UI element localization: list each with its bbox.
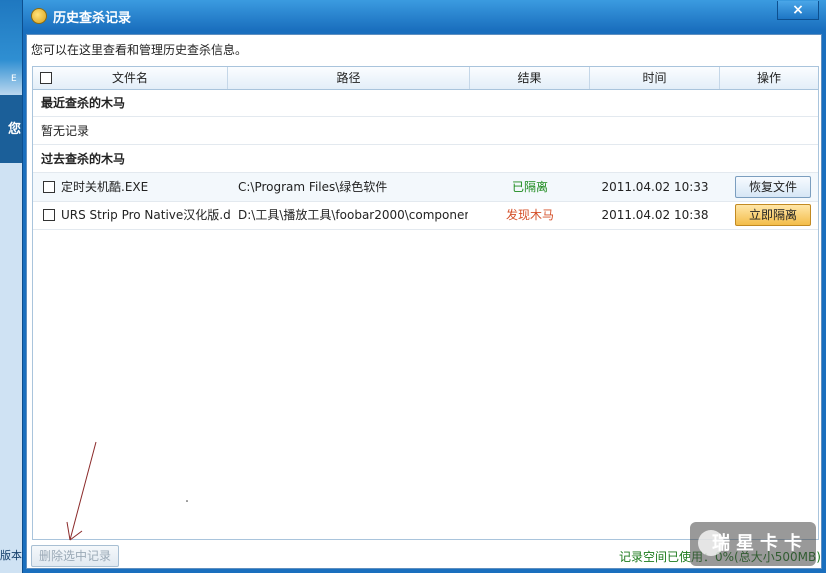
row-time: 2011.04.02 10:38 [601,208,709,222]
background-app-version-label: 版本 [0,549,22,562]
row-filename: URS Strip Pro Native汉化版.dll [61,208,231,222]
column-time[interactable]: 时间 [590,67,720,89]
past-section-heading: 过去查杀的木马 [33,145,818,173]
select-all-checkbox[interactable] [40,72,52,84]
row-result: 已隔离 [511,180,548,194]
table-header: 文件名 路径 结果 时间 操作 [33,67,818,90]
dialog-titlebar[interactable]: 历史查杀记录 × [23,0,826,30]
dialog-title: 历史查杀记录 [53,11,132,26]
isolate-now-button[interactable]: 立即隔离 [735,204,811,226]
watermark-text: 瑞星卡卡 [712,533,808,554]
column-action[interactable]: 操作 [720,67,818,89]
background-app: E 您 版本 [0,0,22,573]
row-checkbox[interactable] [43,181,55,193]
history-dialog: 历史查杀记录 × 您可以在这里查看和管理历史查杀信息。 文件名 路径 结果 时间… [22,0,826,573]
watermark-logo: 瑞星卡卡 [690,522,816,566]
recent-empty-text: 暂无记录 [33,117,818,145]
table-row[interactable]: 定时关机酷.EXE C:\Program Files\绿色软件 已隔离 2011… [33,173,818,202]
history-table: 文件名 路径 结果 时间 操作 最近查杀的木马 暂无记录 过去查杀的木马 定时关… [32,66,819,540]
row-filename: 定时关机酷.EXE [61,180,149,194]
dialog-content: 您可以在这里查看和管理历史查杀信息。 文件名 路径 结果 时间 操作 最近查杀的… [26,34,822,569]
column-path[interactable]: 路径 [228,67,470,89]
background-app-glyph: 您 [8,122,22,137]
background-app-letter: E [11,74,17,84]
dialog-description: 您可以在这里查看和管理历史查杀信息。 [31,43,248,57]
column-result[interactable]: 结果 [470,67,590,89]
app-logo-icon [31,8,47,24]
row-checkbox[interactable] [43,209,55,221]
table-row[interactable]: URS Strip Pro Native汉化版.dll D:\工具\播放工具\f… [33,201,818,230]
restore-file-button[interactable]: 恢复文件 [735,176,811,198]
column-filename[interactable]: 文件名 [33,67,228,89]
recent-section-heading: 最近查杀的木马 [33,89,818,117]
column-filename-label: 文件名 [111,71,148,85]
row-path: D:\工具\播放工具\foobar2000\component... [238,208,468,222]
row-path: C:\Program Files\绿色软件 [238,180,388,194]
watermark-emblem-icon [698,530,724,556]
delete-selected-button[interactable]: 删除选中记录 [31,545,119,567]
row-result: 发现木马 [505,208,554,222]
row-time: 2011.04.02 10:33 [601,180,709,194]
close-button[interactable]: × [777,1,819,20]
